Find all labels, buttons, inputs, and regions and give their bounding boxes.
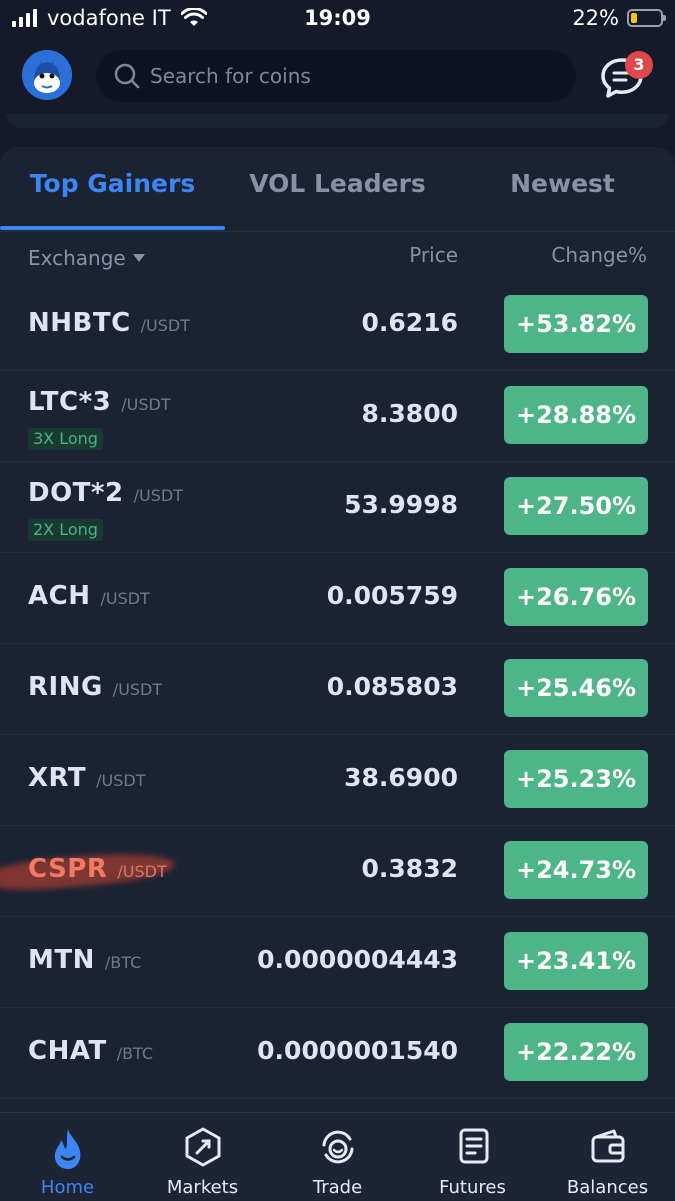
change-badge[interactable]: +25.46% [504, 659, 648, 717]
change-badge[interactable]: +23.41% [504, 932, 648, 990]
battery-icon [627, 9, 666, 27]
coin-list: NHBTC /USDT 0.6216 +53.82% LTC*3 /USDT 3… [0, 280, 675, 1127]
coin-pair: XRT /USDT [28, 763, 146, 793]
coin-quote: /BTC [116, 1044, 154, 1063]
tab-newest[interactable]: Newest [450, 169, 675, 209]
coin-pair: ACH /USDT [28, 581, 150, 611]
coin-quote: /USDT [121, 395, 171, 414]
coin-quote: /USDT [133, 486, 183, 505]
change-badge[interactable]: +53.82% [504, 295, 648, 353]
leverage-tag: 2X Long [28, 519, 103, 541]
coin-quote: /USDT [112, 680, 163, 699]
nav-futures[interactable]: Futures [405, 1113, 540, 1201]
coin-price: 0.3832 [361, 854, 458, 883]
coin-row-cspr[interactable]: CSPR /USDT 0.3832 +24.73% [0, 826, 675, 917]
nav-home[interactable]: Home [0, 1113, 135, 1201]
nav-label: Balances [566, 1177, 649, 1198]
coin-price: 0.005759 [326, 581, 458, 610]
coin-pair: RING /USDT [28, 672, 162, 702]
swap-icon [322, 1130, 354, 1164]
wallet-icon [591, 1129, 625, 1163]
price-column-header[interactable]: Price [409, 243, 458, 273]
exchange-column-label: Exchange [28, 246, 126, 270]
coin-symbol: MTN [28, 945, 95, 975]
tab-vol-leaders[interactable]: VOL Leaders [225, 169, 450, 209]
coin-pair: LTC*3 /USDT [28, 387, 171, 417]
top-header: 3 [0, 38, 675, 118]
exchange-sort-header[interactable]: Exchange [28, 243, 146, 273]
sort-down-icon [132, 254, 145, 262]
change-badge[interactable]: +26.76% [504, 568, 648, 626]
coin-quote: /USDT [140, 316, 191, 335]
coin-symbol: LTC*3 [28, 387, 112, 417]
coin-row-ach[interactable]: ACH /USDT 0.005759 +26.76% [0, 553, 675, 644]
avatar[interactable] [22, 50, 72, 100]
nav-label: Markets [166, 1177, 239, 1198]
nav-markets[interactable]: Markets [135, 1113, 270, 1201]
coin-row-ring[interactable]: RING /USDT 0.085803 +25.46% [0, 644, 675, 735]
tab-top-gainers[interactable]: Top Gainers [0, 169, 225, 209]
search-input[interactable] [148, 63, 552, 89]
coin-price: 0.0000001540 [257, 1036, 458, 1065]
coin-price: 0.0000004443 [257, 945, 458, 974]
coin-price: 38.6900 [344, 763, 458, 792]
market-list-card: Top Gainers VOL Leaders Newest Exchange … [0, 147, 675, 1127]
coin-row-nhbtc[interactable]: NHBTC /USDT 0.6216 +53.82% [0, 280, 675, 371]
coin-pair: MTN /BTC [28, 945, 141, 975]
tab-bar: Top Gainers VOL Leaders Newest [0, 147, 675, 232]
coin-price: 0.6216 [361, 308, 458, 337]
coin-pair: CSPR /USDT [28, 854, 167, 884]
coin-pair: CHAT /BTC [28, 1036, 153, 1066]
mascot-icon [22, 50, 72, 100]
change-badge[interactable]: +25.23% [504, 750, 648, 808]
change-badge[interactable]: +22.22% [504, 1023, 648, 1081]
compass-icon [185, 1127, 221, 1167]
coin-row-ltc3[interactable]: LTC*3 /USDT 3X Long 8.3800 +28.88% [0, 371, 675, 462]
document-icon [459, 1128, 489, 1164]
nav-balances[interactable]: Balances [540, 1113, 675, 1201]
coin-symbol: NHBTC [28, 308, 131, 338]
notification-badge: 3 [625, 51, 653, 79]
coin-pair: NHBTC /USDT [28, 308, 190, 338]
nav-label: Home [40, 1177, 95, 1198]
active-tab-indicator [0, 226, 225, 230]
coin-price: 0.085803 [326, 672, 458, 701]
header-divider [6, 114, 669, 128]
leverage-tag: 3X Long [28, 428, 103, 450]
nav-label: Trade [312, 1177, 363, 1198]
coin-price: 8.3800 [361, 399, 458, 428]
coin-pair: DOT*2 /USDT [28, 478, 183, 508]
change-column-header[interactable]: Change% [551, 243, 647, 273]
coin-row-mtn[interactable]: MTN /BTC 0.0000004443 +23.41% [0, 917, 675, 1008]
change-badge[interactable]: +27.50% [504, 477, 648, 535]
coin-symbol: DOT*2 [28, 478, 124, 508]
coin-symbol: XRT [28, 763, 87, 793]
coin-symbol: ACH [28, 581, 91, 611]
coin-price: 53.9998 [344, 490, 458, 519]
battery-level [631, 13, 637, 23]
change-badge[interactable]: +28.88% [504, 386, 648, 444]
coin-symbol: CSPR [28, 854, 108, 884]
flame-icon [54, 1129, 81, 1169]
change-badge[interactable]: +24.73% [504, 841, 648, 899]
coin-row-chat[interactable]: CHAT /BTC 0.0000001540 +22.22% [0, 1008, 675, 1099]
coin-symbol: RING [28, 672, 103, 702]
nav-trade[interactable]: Trade [270, 1113, 405, 1201]
coin-row-dot2[interactable]: DOT*2 /USDT 2X Long 53.9998 +27.50% [0, 462, 675, 553]
coin-quote: /USDT [100, 589, 150, 608]
coin-row-xrt[interactable]: XRT /USDT 38.6900 +25.23% [0, 735, 675, 826]
status-bar: vodafone IT 19:09 22% [0, 0, 675, 38]
coin-quote: /BTC [104, 953, 142, 972]
nav-label: Futures [439, 1177, 506, 1198]
coin-symbol: CHAT [28, 1036, 107, 1066]
coin-quote: /USDT [117, 862, 167, 881]
battery-percent: 22% [572, 6, 619, 30]
status-right: 22% [572, 6, 666, 30]
bottom-nav: Home Markets Trade Futures Balances [0, 1112, 675, 1201]
search-bar[interactable] [96, 50, 576, 102]
search-icon [114, 63, 140, 89]
coin-quote: /USDT [96, 771, 146, 790]
